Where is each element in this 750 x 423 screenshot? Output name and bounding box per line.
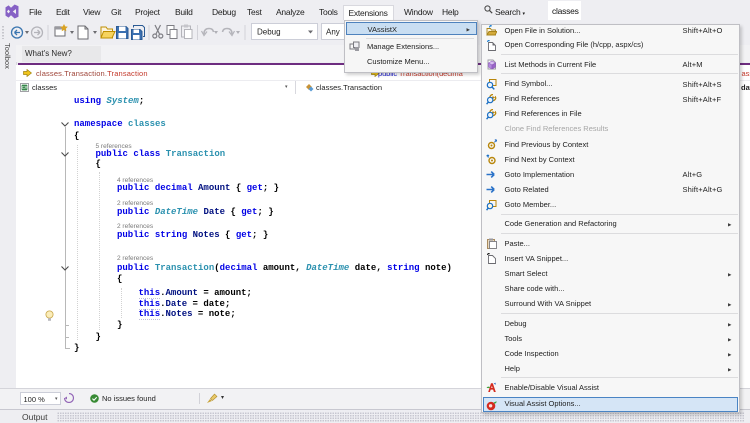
svg-text:Any: Any bbox=[326, 28, 340, 37]
svg-text:Debug: Debug bbox=[257, 28, 281, 37]
svg-text:C#: C# bbox=[22, 85, 28, 90]
